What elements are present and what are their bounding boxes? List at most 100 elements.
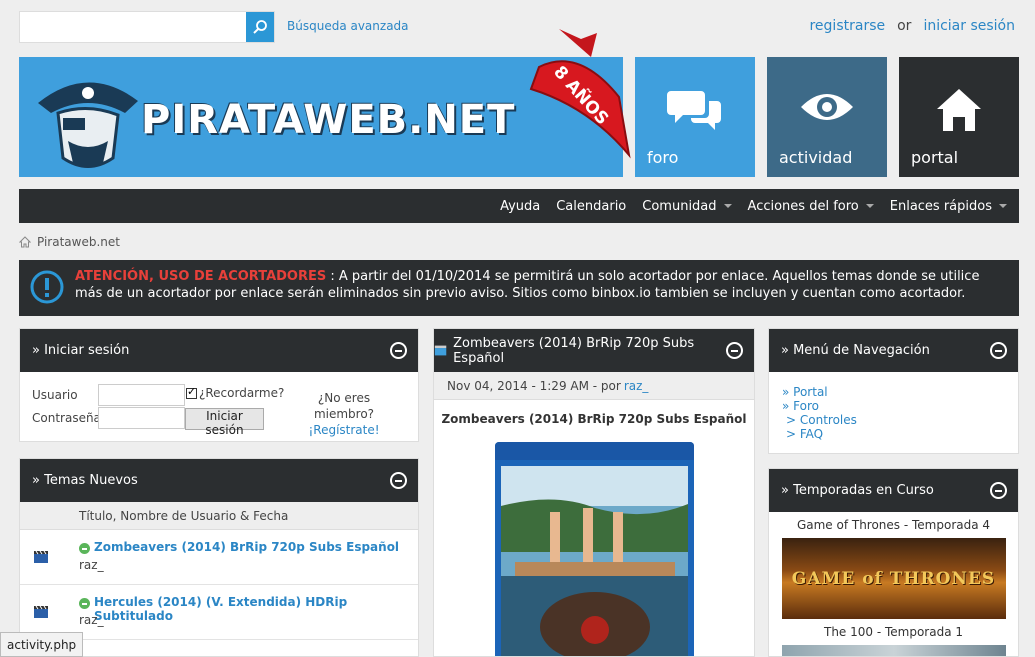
nav-label: Enlaces rápidos xyxy=(889,198,992,214)
nav-calendario[interactable]: Calendario xyxy=(556,199,626,214)
collapse-icon[interactable] xyxy=(726,342,743,359)
got-banner-text: GAME of THRONES xyxy=(791,568,996,589)
nav-comunidad[interactable]: Comunidad xyxy=(642,198,732,214)
collapse-icon[interactable] xyxy=(990,482,1007,499)
film-clapper-icon xyxy=(434,345,447,356)
topic-user[interactable]: raz_ xyxy=(79,558,104,572)
site-logo-text: PIRATAWEB.NET xyxy=(141,97,516,143)
post-author-link[interactable]: raz_ xyxy=(624,379,649,393)
auth-separator: or xyxy=(897,18,912,34)
register-now-link[interactable]: ¡Regístrate! xyxy=(308,423,379,437)
nav-acciones-foro[interactable]: Acciones del foro xyxy=(748,199,874,214)
topic-row[interactable]: Zombeavers (2014) BrRip 720p Subs Españo… xyxy=(20,530,418,585)
register-link[interactable]: registrarse xyxy=(809,18,885,34)
notice-title: ATENCIÓN, USO DE ACORTADORES xyxy=(75,269,327,284)
collapse-icon[interactable] xyxy=(390,472,407,489)
topics-column-header: Título, Nombre de Usuario & Fecha xyxy=(20,502,418,530)
not-member-block: ¿No eres miembro? ¡Regístrate! xyxy=(288,390,400,438)
eye-icon xyxy=(801,94,853,120)
nav-enlaces-rapidos[interactable]: Enlaces rápidos xyxy=(890,199,1007,214)
movie-cover-art xyxy=(495,442,694,656)
not-member-text: ¿No eres miembro? xyxy=(313,391,375,421)
pirate-logo-icon xyxy=(38,82,138,168)
search-box xyxy=(19,11,275,43)
nav-ayuda[interactable]: Ayuda xyxy=(500,199,540,214)
game-of-thrones-banner[interactable]: GAME of THRONES xyxy=(781,538,1006,619)
remember-checkbox[interactable] xyxy=(186,385,197,399)
nav-label: Comunidad xyxy=(642,198,717,214)
seasons-title: » Temporadas en Curso xyxy=(781,483,934,498)
new-topics-title: » Temas Nuevos xyxy=(32,473,138,488)
login-panel: » Iniciar sesión Usuario Contraseña ¿Rec… xyxy=(19,328,419,442)
new-topics-header: » Temas Nuevos xyxy=(20,459,418,502)
topic-title-link[interactable]: Zombeavers (2014) BrRip 720p Subs Españo… xyxy=(94,540,399,554)
seasons-panel: » Temporadas en Curso Game of Thrones - … xyxy=(768,468,1019,657)
notice-banner: ATENCIÓN, USO DE ACORTADORES : A partir … xyxy=(19,260,1019,316)
nav-label: Acciones del foro xyxy=(747,198,859,214)
advanced-search-link[interactable]: Búsqueda avanzada xyxy=(287,19,409,33)
chevron-down-icon xyxy=(865,204,874,208)
username-label: Usuario xyxy=(32,388,78,402)
login-button[interactable]: Iniciar sesión xyxy=(185,408,264,437)
collapse-icon[interactable] xyxy=(990,342,1007,359)
season-label: The 100 - Temporada 1 xyxy=(823,625,964,639)
tile-portal-label: portal xyxy=(911,148,959,167)
remember-me[interactable]: ¿Recordarme? xyxy=(186,385,285,400)
search-icon xyxy=(253,20,267,34)
search-button[interactable] xyxy=(246,12,274,42)
menu-item-portal[interactable]: » Portal xyxy=(782,385,1018,399)
featured-post-panel: Zombeavers (2014) BrRip 720p Subs Españo… xyxy=(433,328,755,657)
chat-bubbles-icon xyxy=(667,91,721,130)
season-label: Game of Thrones - Temporada 4 xyxy=(796,518,991,532)
home-icon xyxy=(19,236,31,248)
login-panel-title: » Iniciar sesión xyxy=(32,343,130,358)
menu-item-foro[interactable]: » Foro xyxy=(782,399,1018,413)
the-100-banner[interactable] xyxy=(781,645,1006,656)
topic-title-link[interactable]: Hercules (2014) (V. Extendida) HDRip Sub… xyxy=(94,595,418,623)
tile-foro[interactable]: foro xyxy=(635,57,755,177)
post-header-link[interactable]: Zombeavers (2014) BrRip 720p Subs Españo… xyxy=(453,336,730,366)
browser-status-bar: activity.php xyxy=(0,632,84,657)
post-date: Nov 04, 2014 - 1:29 AM - por xyxy=(447,378,621,393)
nav-menu-panel: » Menú de Navegación » Portal » Foro > C… xyxy=(768,328,1019,454)
nav-menu-title: » Menú de Navegación xyxy=(781,343,930,358)
username-field[interactable] xyxy=(98,384,185,406)
collapse-icon[interactable] xyxy=(390,342,407,359)
tile-foro-label: foro xyxy=(647,148,679,167)
tile-portal[interactable]: portal xyxy=(899,57,1019,177)
search-input[interactable] xyxy=(20,12,246,42)
seasons-header: » Temporadas en Curso xyxy=(769,469,1018,512)
chevron-down-icon xyxy=(723,204,732,208)
new-post-icon xyxy=(79,543,90,554)
breadcrumb: Pirataweb.net xyxy=(19,235,120,249)
auth-links: registrarse or iniciar sesión xyxy=(809,18,1015,34)
notice-text: ATENCIÓN, USO DE ACORTADORES : A partir … xyxy=(75,268,1005,302)
login-link[interactable]: iniciar sesión xyxy=(923,18,1015,34)
menu-item-faq[interactable]: > FAQ xyxy=(782,427,1018,441)
film-clapper-icon xyxy=(34,550,48,563)
anniversary-ribbon-icon: 8 AÑOS xyxy=(529,29,631,159)
password-field[interactable] xyxy=(98,407,185,429)
nav-menu-header: » Menú de Navegación xyxy=(769,329,1018,372)
nav-label: Ayuda xyxy=(500,198,541,214)
movie-cover-image[interactable] xyxy=(495,442,694,656)
login-panel-header: » Iniciar sesión xyxy=(20,329,418,372)
breadcrumb-home-link[interactable]: Pirataweb.net xyxy=(37,235,120,249)
topic-user[interactable]: raz_ xyxy=(79,613,104,627)
nav-menu-list: » Portal » Foro > Controles > FAQ xyxy=(769,372,1018,441)
post-meta: Nov 04, 2014 - 1:29 AM - por raz_ xyxy=(434,372,754,400)
status-url: activity.php xyxy=(7,637,77,652)
remember-label: ¿Recordarme? xyxy=(199,386,285,400)
home-icon xyxy=(937,89,981,131)
post-title: Zombeavers (2014) BrRip 720p Subs Españo… xyxy=(441,412,747,426)
new-topics-panel: » Temas Nuevos Título, Nombre de Usuario… xyxy=(19,458,419,657)
site-banner[interactable]: PIRATAWEB.NET 8 AÑOS xyxy=(19,29,631,177)
menu-item-controles[interactable]: > Controles xyxy=(782,413,1018,427)
tile-actividad[interactable]: actividad xyxy=(767,57,887,177)
main-navbar: Ayuda Calendario Comunidad Acciones del … xyxy=(19,189,1019,223)
nav-label: Calendario xyxy=(556,198,627,214)
post-header: Zombeavers (2014) BrRip 720p Subs Españo… xyxy=(434,329,754,372)
password-label: Contraseña xyxy=(32,411,101,425)
film-clapper-icon xyxy=(34,605,48,618)
chevron-down-icon xyxy=(999,204,1007,208)
